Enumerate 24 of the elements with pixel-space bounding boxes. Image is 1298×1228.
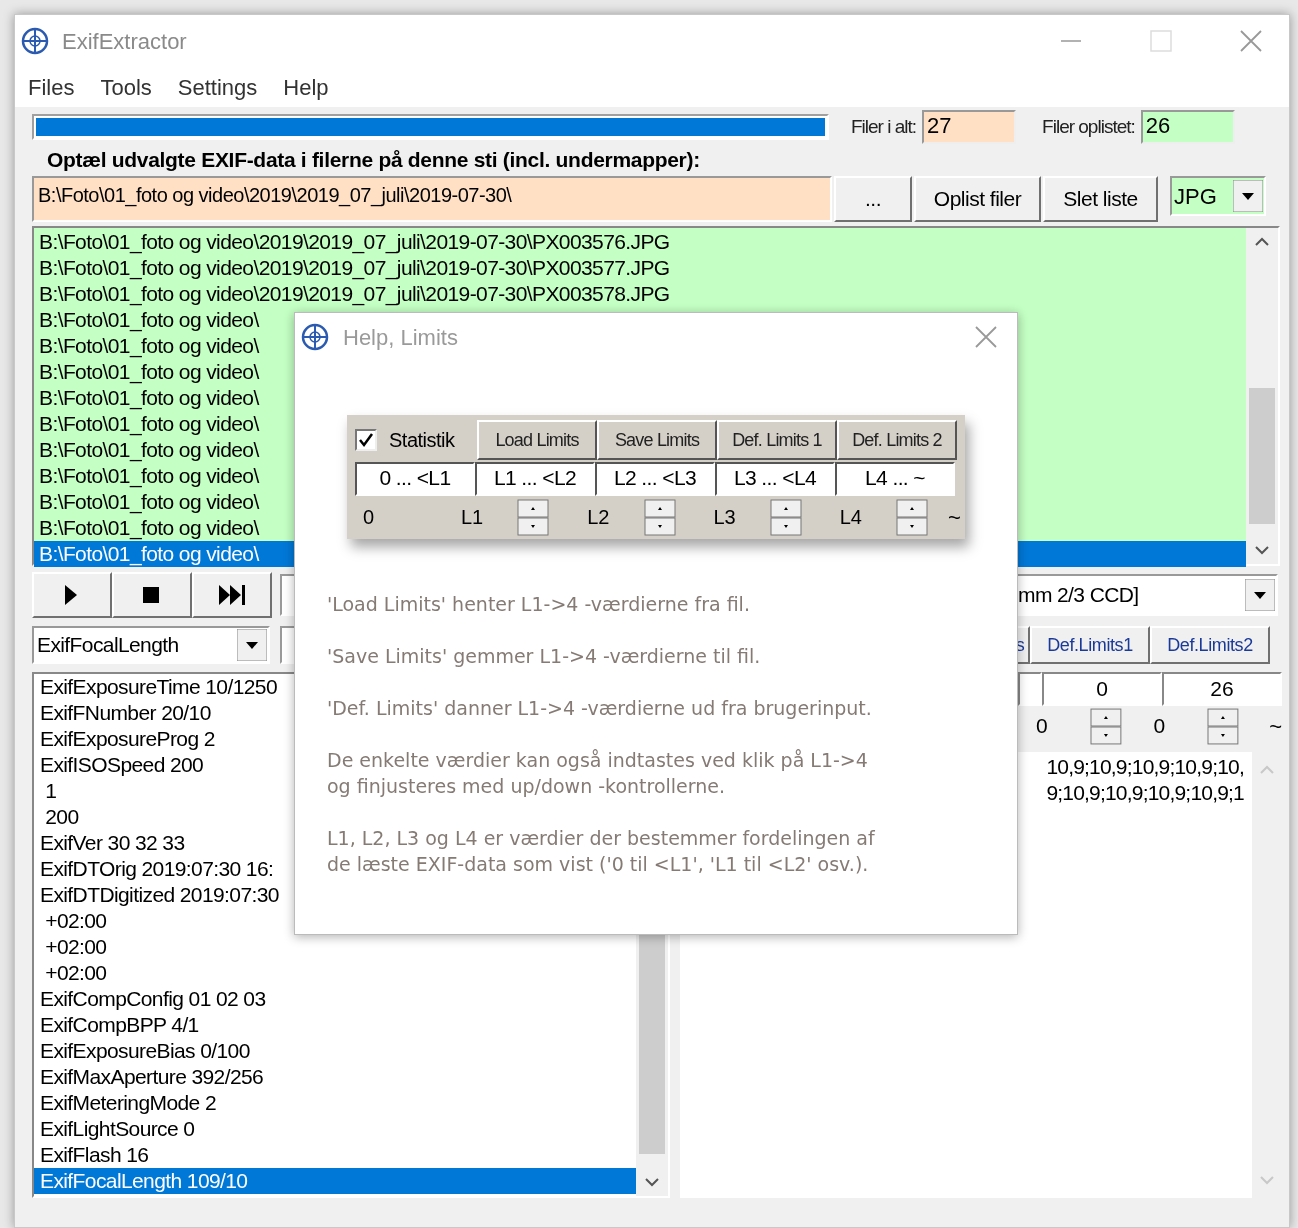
values-line: 10,9;10,9;10,9;10,9;10, bbox=[1046, 754, 1244, 780]
path-label: Optæl udvalgte EXIF-data i filerne på denne sti (incl. undermapper): bbox=[47, 147, 701, 173]
window-title: ExifExtractor bbox=[62, 27, 187, 56]
values-line: 9;10,9;10,9;10,9;10,9;1 bbox=[1046, 780, 1244, 806]
count-field: 26 bbox=[1140, 110, 1235, 144]
help-paragraph: 'Save Limits' gemmer L1->4 -værdierne til fil. bbox=[327, 644, 762, 669]
scale-label: 0 bbox=[363, 505, 376, 530]
checkbox-label: Statistik bbox=[389, 428, 455, 453]
tilde-label: ~ bbox=[1269, 712, 1282, 741]
scale-label: ~ bbox=[948, 503, 961, 532]
scale-label: L1 bbox=[461, 505, 484, 530]
help-paragraph: 'Def. Limits' danner L1->4 -værdierne ud fra brugerinput. bbox=[327, 696, 873, 721]
limit-value: 0 bbox=[1153, 713, 1166, 740]
help-paragraph: L1, L2, L3 og L4 er værdier der bestemmer fordelingen af de læste EXIF-data som vist ('0 til <L1', 'L1 til <L2' osv.). bbox=[327, 826, 876, 877]
scale-label: L4 bbox=[839, 505, 862, 530]
limit-value: 0 bbox=[1036, 713, 1048, 740]
count-field: 27 bbox=[922, 110, 1017, 144]
scale-label: L3 bbox=[713, 505, 736, 530]
count-label: Filer oplistet: bbox=[1042, 114, 1135, 139]
help-paragraph: De enkelte værdier kan også indtastes ved klik på L1->4 og finjusteres med up/down -kontrollerne. bbox=[327, 748, 869, 799]
dialog-title: Help, Limits bbox=[343, 323, 458, 352]
help-paragraph: 'Load Limits' henter L1->4 -værdierne fra fil. bbox=[327, 592, 751, 617]
scale-label: L2 bbox=[587, 505, 610, 530]
count-label: Filer i alt: bbox=[851, 114, 917, 139]
